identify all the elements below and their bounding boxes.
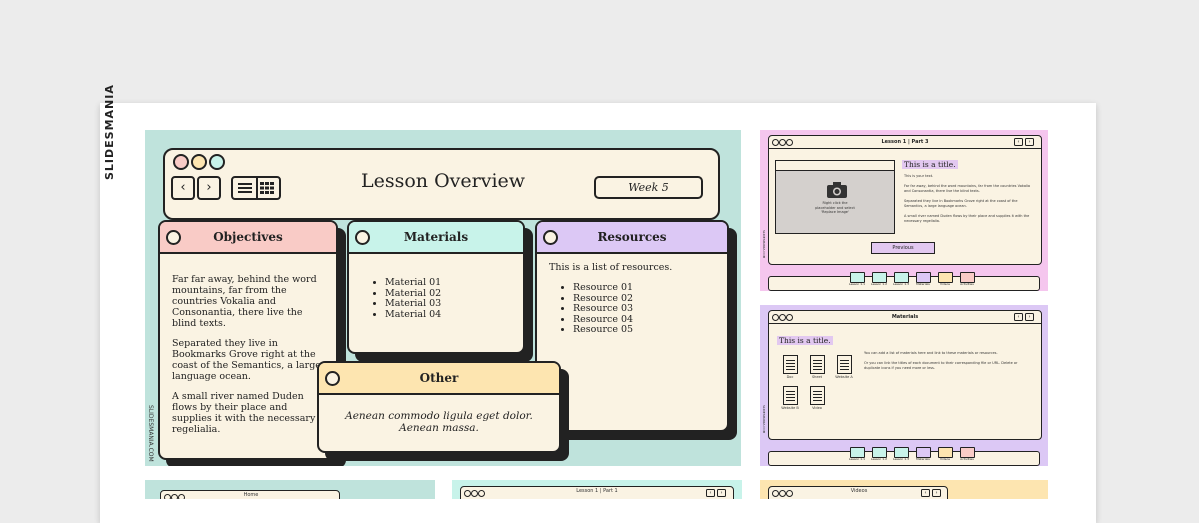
list-item[interactable]: Material 04	[385, 309, 511, 321]
circle-icon	[166, 230, 181, 245]
lesson-window-header: ‹ › Lesson Overview Week 5	[163, 148, 720, 220]
chevron-right-icon[interactable]: ›	[197, 176, 221, 200]
thumb-tab-bar: Lesson 1.1 Lesson 1.2 Lesson 1.3 Materia…	[768, 272, 1040, 291]
list-view-icon[interactable]	[233, 178, 279, 198]
week-badge: Week 5	[594, 176, 703, 199]
objectives-text-2: Separated they live in Bookmarks Grove r…	[172, 338, 321, 382]
window-dot-mint	[209, 154, 225, 170]
chevron-left-icon[interactable]: ‹	[706, 489, 715, 497]
page-title: Lesson Overview	[361, 170, 526, 192]
objectives-text-3: A small river named Duden flows by their…	[172, 391, 316, 435]
resources-list: Resource 01 Resource 02 Resource 03 Reso…	[549, 282, 715, 336]
resources-intro: This is a list of resources.	[549, 262, 673, 273]
document-icon[interactable]	[783, 355, 798, 374]
chevron-left-icon[interactable]: ‹	[1014, 138, 1023, 146]
thumbnail-lesson-part1[interactable]: Lesson 1 | Part 1 ‹ ›	[452, 480, 742, 499]
thumbnail-materials[interactable]: Materials ‹ › This is a title. You can a…	[760, 305, 1048, 466]
thumb-title-bar: Lesson 1 | Part 3	[769, 136, 1041, 149]
document-icon[interactable]	[783, 386, 798, 405]
thumbnail-home[interactable]: Home	[145, 480, 435, 499]
circle-icon	[325, 371, 340, 386]
materials-card: Materials Material 01 Material 02 Materi…	[347, 220, 525, 354]
main-slide[interactable]: ‹ › Lesson Overview Week 5 Objectives Fa…	[145, 130, 741, 466]
thumb-title: This is a title.	[777, 336, 833, 345]
chevron-left-icon[interactable]: ‹	[171, 176, 195, 200]
chevron-right-icon[interactable]: ›	[1025, 138, 1034, 146]
list-item[interactable]: Resource 05	[573, 324, 715, 336]
side-url: SLIDESMANIA.COM	[147, 405, 154, 462]
window-dot-pink	[173, 154, 189, 170]
image-placeholder[interactable]: Right click the placeholder and select '…	[775, 160, 895, 234]
objectives-text-1: Far far away, behind the word mountains,…	[172, 274, 317, 329]
chevron-right-icon[interactable]: ›	[932, 489, 941, 497]
grid-view-icon	[260, 182, 274, 194]
chevron-left-icon[interactable]: ‹	[921, 489, 930, 497]
list-item[interactable]: Resource 03	[573, 303, 715, 315]
window-dot-yellow	[191, 154, 207, 170]
resources-heading: Resources	[537, 222, 727, 254]
chevron-right-icon[interactable]: ›	[1025, 313, 1034, 321]
chevron-left-icon[interactable]: ‹	[1014, 313, 1023, 321]
thumbnail-videos[interactable]: Videos ‹ ›	[760, 480, 1048, 499]
thumb-window: Lesson 1 | Part 3 ‹ › Right click the pl…	[768, 135, 1042, 265]
materials-list: Material 01 Material 02 Material 03 Mate…	[361, 277, 511, 321]
thumb-title-bar: Materials	[769, 311, 1041, 324]
document-icon[interactable]	[810, 386, 825, 405]
materials-heading: Materials	[349, 222, 523, 254]
circle-icon	[355, 230, 370, 245]
view-toggle[interactable]	[231, 176, 281, 200]
list-item[interactable]: Material 01	[385, 277, 511, 289]
objectives-heading: Objectives	[160, 222, 336, 254]
other-text: Aenean commodo ligula eget dolor. Aenean…	[345, 410, 533, 434]
thumb-tab-bar: Lesson 1.1 Lesson 1.2 Lesson 1.3 Materia…	[768, 447, 1040, 466]
previous-button[interactable]: Previous	[871, 242, 935, 254]
thumb-title: This is a title.	[902, 160, 958, 169]
thumb-window: Materials ‹ › This is a title. You can a…	[768, 310, 1042, 440]
chevron-right-icon[interactable]: ›	[717, 489, 726, 497]
other-heading: Other	[319, 363, 559, 395]
other-card: Other Aenean commodo ligula eget dolor. …	[317, 361, 561, 453]
list-item[interactable]: Material 03	[385, 298, 511, 310]
brand-logo: SLIDESMANIA	[103, 84, 116, 180]
list-item[interactable]: Resource 01	[573, 282, 715, 294]
thumbnail-lesson-part3[interactable]: Lesson 1 | Part 3 ‹ › Right click the pl…	[760, 130, 1048, 291]
resources-card: Resources This is a list of resources. R…	[535, 220, 729, 432]
camera-icon	[827, 182, 847, 198]
document-icon[interactable]	[837, 355, 852, 374]
circle-icon	[543, 230, 558, 245]
objectives-card: Objectives Far far away, behind the word…	[158, 220, 338, 460]
document-icon[interactable]	[810, 355, 825, 374]
